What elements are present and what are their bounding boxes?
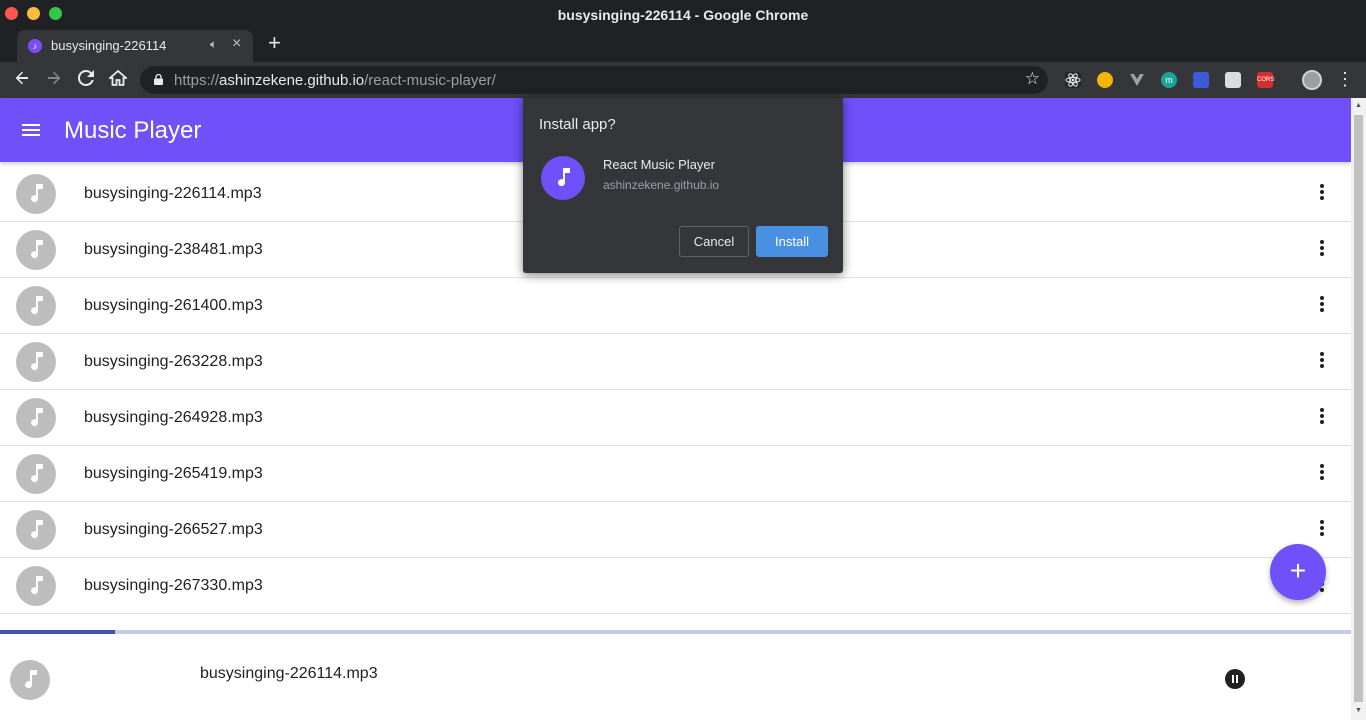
scrollbar-thumb[interactable] — [1354, 115, 1363, 702]
lock-icon — [154, 74, 163, 85]
song-item[interactable]: busysinging-264928.mp3 — [0, 390, 1351, 446]
pause-icon[interactable] — [1225, 669, 1245, 689]
window-titlebar: busysinging-226114 - Google Chrome — [0, 0, 1366, 30]
grey-extension-icon[interactable] — [1225, 72, 1241, 88]
song-name: busysinging-267330.mp3 — [84, 577, 263, 594]
song-item[interactable]: busysinging-267330.mp3 — [0, 558, 1351, 614]
reload-button[interactable] — [74, 68, 98, 92]
song-item[interactable]: busysinging-261400.mp3 — [0, 278, 1351, 334]
window-title: busysinging-226114 - Google Chrome — [557, 7, 809, 23]
music-note-icon — [16, 454, 56, 494]
more-vert-icon[interactable] — [1312, 408, 1332, 428]
song-name: busysinging-226114.mp3 — [84, 185, 262, 202]
dialog-app-name: React Music Player — [603, 157, 715, 172]
song-item[interactable]: busysinging-266527.mp3 — [0, 502, 1351, 558]
home-icon — [107, 69, 129, 86]
dialog-title: Install app? — [539, 116, 616, 133]
music-note-icon — [16, 342, 56, 382]
dialog-app-origin: ashinzekene.github.io — [603, 178, 720, 192]
music-note-icon — [16, 174, 56, 214]
scroll-up-icon[interactable]: ▲ — [1355, 102, 1362, 109]
hamburger-menu-icon[interactable] — [22, 124, 40, 136]
song-item[interactable]: busysinging-265419.mp3 — [0, 446, 1351, 502]
music-note-icon — [10, 660, 50, 700]
bookmark-star-icon[interactable]: ☆ — [1025, 69, 1040, 89]
arrow-left-icon — [15, 71, 28, 85]
song-name: busysinging-265419.mp3 — [84, 465, 263, 482]
music-note-icon: ♪ — [28, 39, 42, 53]
cors-extension-icon[interactable]: CORS — [1257, 72, 1274, 88]
more-vert-icon[interactable] — [1312, 464, 1332, 484]
url-text: https://ashinzekene.github.io/react-musi… — [174, 72, 496, 89]
arrow-right-icon — [48, 71, 61, 85]
home-button[interactable] — [106, 68, 130, 92]
install-app-dialog: Install app? React Music Player ashinzek… — [523, 98, 843, 273]
more-vert-icon[interactable] — [1312, 240, 1332, 260]
tab-active[interactable]: ♪ busysinging-226114 🔈︎ × — [17, 30, 253, 62]
url-scheme: https:// — [174, 72, 220, 89]
m-extension-icon[interactable]: m — [1161, 72, 1177, 88]
url-path: /react-music-player/ — [364, 72, 496, 89]
yellow-circle-extension-icon[interactable] — [1097, 72, 1113, 88]
more-vert-icon[interactable] — [1312, 520, 1332, 540]
music-note-icon — [16, 230, 56, 270]
page-scrollbar[interactable]: ▲ ▼ — [1351, 98, 1366, 720]
install-button[interactable]: Install — [756, 226, 828, 257]
vue-devtools-icon[interactable] — [1129, 72, 1145, 88]
music-note-icon — [16, 398, 56, 438]
speaker-icon[interactable]: 🔈︎ — [210, 37, 217, 52]
song-name: busysinging-266527.mp3 — [84, 521, 263, 538]
app-title: Music Player — [64, 117, 202, 144]
song-name: busysinging-238481.mp3 — [84, 241, 263, 258]
more-vert-icon[interactable] — [1312, 296, 1332, 316]
music-note-icon — [16, 286, 56, 326]
forward-button[interactable] — [42, 68, 66, 92]
more-vert-icon[interactable] — [1312, 352, 1332, 372]
browser-toolbar: https://ashinzekene.github.io/react-musi… — [0, 62, 1366, 98]
react-devtools-icon[interactable] — [1065, 72, 1081, 88]
more-vert-icon[interactable] — [1312, 184, 1332, 204]
url-host: ashinzekene.github.io — [219, 72, 365, 89]
song-name: busysinging-263228.mp3 — [84, 353, 263, 370]
scroll-down-icon[interactable]: ▼ — [1355, 707, 1362, 714]
tab-title: busysinging-226114 — [51, 38, 167, 53]
tab-strip: ♪ busysinging-226114 🔈︎ × + — [0, 28, 1366, 62]
app-icon — [541, 156, 585, 200]
now-playing-bar: busysinging-226114.mp3 — [0, 634, 1351, 720]
back-button[interactable] — [10, 68, 34, 92]
music-note-icon — [16, 566, 56, 606]
close-icon[interactable]: × — [232, 35, 241, 53]
add-song-button[interactable]: + — [1270, 544, 1326, 600]
cancel-button[interactable]: Cancel — [679, 226, 749, 257]
music-note-icon — [16, 510, 56, 550]
song-name: busysinging-261400.mp3 — [84, 297, 263, 314]
chrome-menu-icon[interactable]: ⋮ — [1336, 69, 1354, 90]
reload-icon — [77, 69, 94, 86]
address-bar[interactable]: https://ashinzekene.github.io/react-musi… — [140, 66, 1048, 94]
blue-extension-icon[interactable] — [1193, 72, 1209, 88]
new-tab-button[interactable]: + — [268, 32, 281, 54]
song-name: busysinging-264928.mp3 — [84, 409, 263, 426]
now-playing-title: busysinging-226114.mp3 — [200, 665, 378, 682]
song-item[interactable]: busysinging-263228.mp3 — [0, 334, 1351, 390]
profile-avatar[interactable] — [1302, 70, 1322, 90]
